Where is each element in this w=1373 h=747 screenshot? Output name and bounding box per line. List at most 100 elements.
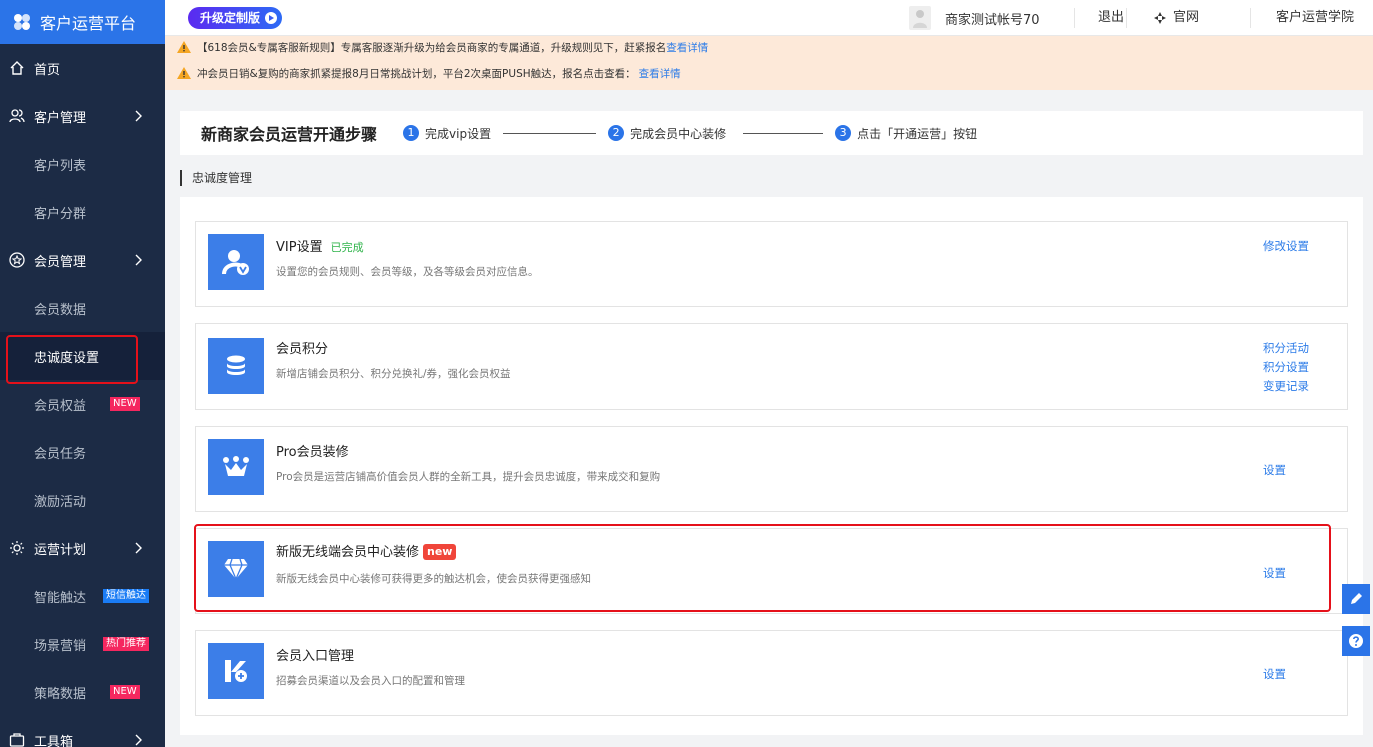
settings-link[interactable]: 设置 [1263,565,1286,581]
sidebar-item-customer-list[interactable]: 客户列表 [0,140,165,188]
account-menu[interactable]: 商家测试帐号70 [909,0,1040,36]
notice-text: 【618会员&专属客服新规则】专属客服逐渐升级为给会员商家的专属通道，升级规则见… [197,41,667,54]
sidebar-item-scene-marketing[interactable]: 场景营销 热门推荐 [0,620,165,668]
divider [1126,8,1127,28]
sidebar-item-home[interactable]: 首页 [0,44,165,92]
sidebar-item-label: 工具箱 [34,734,74,747]
settings-link[interactable]: 设置 [1263,462,1286,478]
notice-text: 冲会员日销&复购的商家抓紧提报8月日常挑战计划，平台2次桌面PUSH触达，报名点… [197,67,636,80]
step-item: 3 点击「开通运营」按钮 [835,125,977,142]
card-title: 会员入口管理 [276,649,355,664]
sidebar-item-ops-plan[interactable]: 运营计划 [0,524,165,572]
diamond-icon [208,541,264,597]
chevron-right-icon [135,110,142,122]
sidebar-item-member-data[interactable]: 会员数据 [0,284,165,332]
card-description: 新增店铺会员积分、积分兑换礼/券，强化会员权益 [276,368,511,380]
sidebar-item-label: 运营计划 [34,542,87,558]
official-site-link[interactable]: 官网 [1153,0,1199,36]
onboarding-steps: 新商家会员运营开通步骤 1 完成vip设置 2 完成会员中心装修 3 点击「开通… [180,111,1363,155]
status-badge: 已完成 [330,241,364,254]
account-name: 商家测试帐号70 [945,12,1040,28]
play-icon [265,12,278,24]
logo-icon [14,14,30,30]
sidebar-item-loyalty-settings[interactable]: 忠诚度设置 [0,332,165,380]
card-description: 招募会员渠道以及会员入口的配置和管理 [276,675,465,687]
points-settings-link[interactable]: 积分设置 [1263,359,1309,375]
avatar [909,6,931,30]
edit-float-button[interactable] [1342,584,1370,614]
card-title-text: 新版无线端会员中心装修 [276,545,420,560]
new-badge: NEW [110,685,140,699]
help-float-button[interactable] [1342,626,1370,656]
settings-link[interactable]: 设置 [1263,666,1286,682]
step-number: 3 [835,125,852,141]
sidebar-item-label: 忠诚度设置 [34,350,100,366]
change-log-link[interactable]: 变更记录 [1263,378,1309,394]
points-activity-link[interactable]: 积分活动 [1263,340,1309,356]
sidebar-item-incentives[interactable]: 激励活动 [0,476,165,524]
sidebar-item-member-mgmt[interactable]: 会员管理 [0,236,165,284]
sidebar-item-strategy-data[interactable]: 策略数据 NEW [0,668,165,716]
card-title: Pro会员装修 [276,445,349,460]
steps-title: 新商家会员运营开通步骤 [201,125,378,144]
help-icon [1349,634,1363,648]
card-member-points: 会员积分 新增店铺会员积分、积分兑换礼/券，强化会员权益 积分活动 积分设置 变… [195,323,1348,410]
sidebar-item-label: 首页 [34,62,61,78]
notice-detail-link[interactable]: 查看详情 [639,66,681,81]
sidebar: 客户运营平台 首页 客户管理 客户列表 客户分群 会员管理 会员数据 忠诚度设置… [0,0,165,747]
sidebar-item-smart-reach[interactable]: 智能触达 短信触达 [0,572,165,620]
logo-mark-icon [1154,12,1166,24]
sidebar-item-label: 客户管理 [34,110,87,126]
home-icon [8,59,26,77]
sidebar-item-label: 场景营销 [34,638,87,654]
modify-settings-link[interactable]: 修改设置 [1263,238,1309,254]
upgrade-button[interactable]: 升级定制版 [188,7,283,29]
chevron-right-icon [135,254,142,266]
card-description: Pro会员是运营店铺高价值会员人群的全新工具，提升会员忠诚度，带来成交和复购 [276,471,661,483]
step-label: 完成会员中心装修 [630,126,727,141]
notice-item: 【618会员&专属客服新规则】专属客服逐渐升级为给会员商家的专属通道，升级规则见… [165,38,1373,56]
new-badge: NEW [110,397,140,411]
logout-link[interactable]: 退出 [1076,0,1146,36]
notice-item: 冲会员日销&复购的商家抓紧提报8月日常挑战计划，平台2次桌面PUSH触达，报名点… [165,64,1373,82]
user-vip-icon [208,234,264,290]
sidebar-item-label: 会员任务 [34,446,87,462]
sidebar-item-customer-groups[interactable]: 客户分群 [0,188,165,236]
card-description: 设置您的会员规则、会员等级，及各等级会员对应信息。 [276,266,539,278]
star-circle-icon [8,251,26,269]
card-title-text: VIP设置 [276,240,323,255]
users-icon [8,107,26,125]
app-logo[interactable]: 客户运营平台 [0,0,165,44]
sidebar-item-label: 智能触达 [34,590,87,606]
sidebar-item-label: 激励活动 [34,494,87,510]
sidebar-item-label: 会员管理 [34,254,87,270]
card-pro-member: Pro会员装修 Pro会员是运营店铺高价值会员人群的全新工具，提升会员忠诚度，带… [195,426,1348,512]
notice-detail-link[interactable]: 查看详情 [666,40,708,55]
chevron-right-icon [135,542,142,554]
sidebar-item-label: 会员权益 [34,398,87,414]
toolbox-icon [8,731,26,747]
sidebar-item-member-tasks[interactable]: 会员任务 [0,428,165,476]
card-title: VIP设置 已完成 [276,236,364,255]
sidebar-item-label: 策略数据 [34,686,87,702]
sidebar-item-label: 客户列表 [34,158,87,174]
step-label: 完成vip设置 [425,126,492,141]
app-title: 客户运营平台 [40,14,137,33]
sidebar-item-member-benefits[interactable]: 会员权益 NEW [0,380,165,428]
card-vip-settings: VIP设置 已完成 设置您的会员规则、会员等级，及各等级会员对应信息。 修改设置 [195,221,1348,307]
card-description: 新版无线会员中心装修可获得更多的触达机会，使会员获得更强感知 [276,573,591,585]
academy-link[interactable]: 客户运营学院 [1276,0,1354,36]
step-item: 2 完成会员中心装修 [608,125,726,142]
step-connector [503,132,597,134]
loyalty-panel: VIP设置 已完成 设置您的会员规则、会员等级，及各等级会员对应信息。 修改设置 … [180,197,1363,735]
step-item: 1 完成vip设置 [403,125,491,142]
crown-icon [208,439,264,495]
divider [1250,8,1251,28]
top-header: 升级定制版 商家测试帐号70 退出 官网 客户运营学院 [165,0,1373,36]
sidebar-item-customer-mgmt[interactable]: 客户管理 [0,92,165,140]
sidebar-item-toolbox[interactable]: 工具箱 [0,716,165,747]
card-wireless-member-center: 新版无线端会员中心装修 new 新版无线会员中心装修可获得更多的触达机会，使会员获… [195,528,1348,614]
bulb-icon [8,539,26,557]
entry-icon [208,643,264,699]
warning-icon [177,67,191,79]
